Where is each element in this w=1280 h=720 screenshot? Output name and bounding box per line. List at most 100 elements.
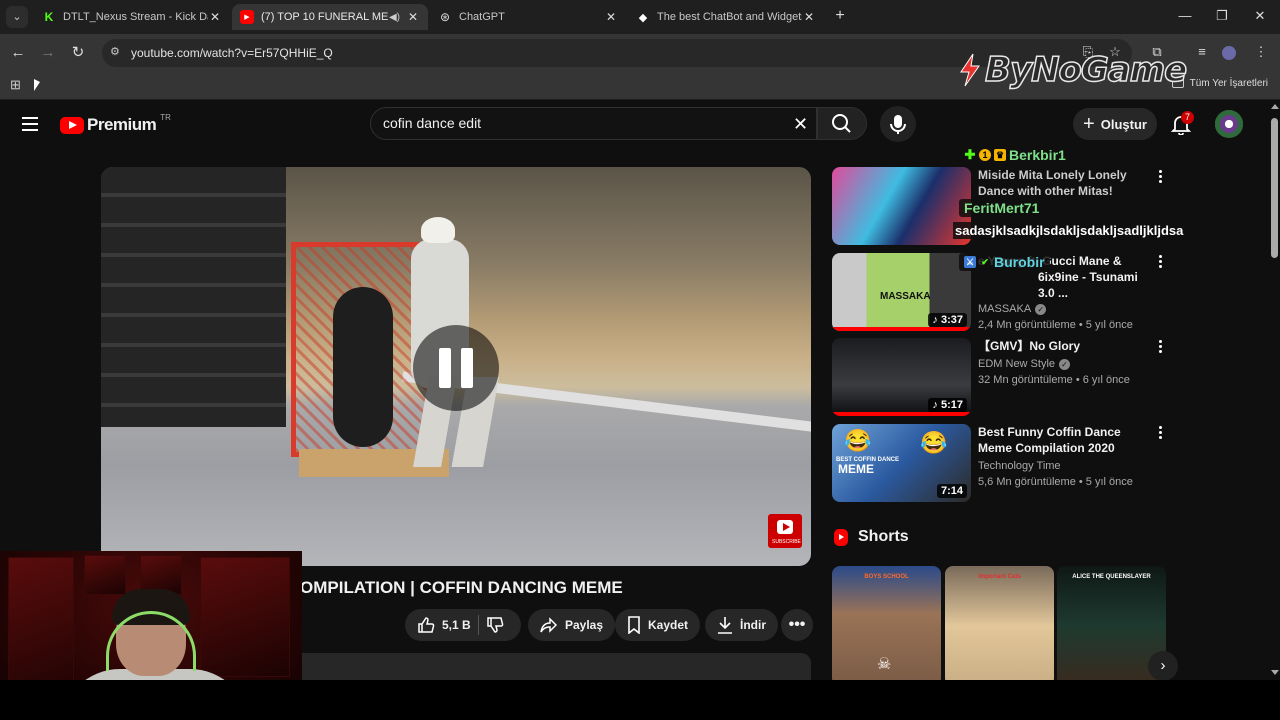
new-tab-button[interactable]: + (830, 6, 850, 26)
video-thumbnail[interactable]: ♪ 5:17 (832, 338, 971, 416)
tab-title: ChatGPT (459, 11, 505, 23)
download-button[interactable]: İndir (705, 609, 778, 641)
short-item[interactable]: Important Cats (945, 566, 1054, 686)
close-tab-icon[interactable]: ✕ (406, 10, 420, 24)
more-actions-button[interactable]: ••• (781, 609, 813, 641)
media-control-icon[interactable]: ≡ (1193, 44, 1211, 62)
duration-text: 5:17 (940, 399, 963, 411)
shorts-icon (834, 528, 848, 546)
back-icon[interactable]: ← (8, 43, 28, 63)
chat-username-line: FeritMert71 (959, 199, 1045, 217)
recommendation-title[interactable]: Best Funny Coffin Dance Meme Compilation… (978, 424, 1148, 456)
thumbnail-text: MASSAKA (880, 291, 931, 302)
channel-name[interactable]: EDM New Style (978, 358, 1055, 370)
channel-name[interactable]: Technology Time (978, 460, 1061, 472)
voice-search-button[interactable] (880, 106, 916, 142)
more-vertical-icon[interactable] (1157, 170, 1163, 186)
create-button[interactable]: + Oluştur (1073, 108, 1157, 140)
search-button[interactable] (817, 107, 867, 140)
laughing-emoji-icon: 😂 (920, 430, 948, 455)
youtube-icon: ▶ (240, 10, 254, 24)
hamburger-menu-icon[interactable] (22, 117, 38, 131)
short-caption: Important Cats (978, 574, 1021, 580)
more-vertical-icon[interactable] (1157, 426, 1163, 442)
dislike-icon[interactable] (486, 616, 504, 634)
apps-grid-icon[interactable]: ⊞ (10, 77, 24, 92)
tab-title: (7) TOP 10 FUNERAL MEME (261, 11, 389, 23)
menu-dots-icon[interactable]: ⋮ (1252, 44, 1270, 62)
duration-badge (959, 239, 967, 241)
recommendation-item[interactable]: ♪ 5:17 【GMV】No Glory EDM New Style ✓ 32 … (832, 338, 1148, 416)
video-meta: 5,6 Mn görüntüleme • 5 yıl önce (978, 476, 1133, 488)
close-tab-icon[interactable]: ✕ (208, 10, 222, 24)
tab-search-button[interactable]: ⌄ (6, 6, 28, 28)
like-divider (477, 615, 479, 635)
scroll-up-arrow-icon[interactable] (1271, 104, 1279, 109)
bynogame-logo-icon (960, 53, 980, 87)
tab-kick-dashboard[interactable]: K DTLT_Nexus Stream - Kick Dash ✕ (34, 4, 230, 30)
duration-text: 3:37 (940, 314, 963, 326)
bottom-letterbox (0, 680, 1280, 720)
bookmark-icon (628, 616, 640, 634)
more-vertical-icon[interactable] (1157, 255, 1163, 271)
short-caption: ALICE THE QUEENSLAYER (1072, 574, 1151, 580)
verified-icon: ✓ (1035, 303, 1047, 315)
shorts-next-arrow-icon[interactable]: › (1148, 651, 1178, 681)
microphone-icon (890, 115, 906, 134)
youtube-logo[interactable]: Premium TR (60, 113, 171, 135)
channel-name[interactable]: MASSAKA (978, 303, 1031, 315)
reload-icon[interactable]: ↻ (68, 43, 88, 63)
share-button[interactable]: Paylaş (528, 609, 616, 641)
site-info-icon[interactable]: ⚙ (110, 45, 124, 59)
recommendation-title[interactable]: 【GMV】No Glory (978, 338, 1148, 354)
notification-count-badge: 7 (1181, 111, 1195, 124)
like-icon[interactable] (417, 616, 435, 634)
save-label: Kaydet (648, 618, 689, 632)
subscribe-caption: SUBSCRIBE (772, 539, 801, 545)
kick-icon: K (42, 10, 56, 24)
profile-icon[interactable] (1222, 46, 1236, 60)
maximize-icon[interactable]: ❐ (1207, 8, 1237, 24)
tab-youtube[interactable]: ▶ (7) TOP 10 FUNERAL MEME ◀) ✕ (232, 4, 428, 30)
url-text[interactable]: youtube.com/watch?v=Er57QHHiE_Q (131, 46, 333, 60)
scrollbar-thumb[interactable] (1271, 118, 1278, 258)
bynogame-watermark: ByNoGame (955, 49, 1188, 91)
plus-icon: + (1083, 112, 1095, 135)
chat-username-line: ⚔ ✔ Burobir (959, 253, 1050, 271)
wall-poster (84, 555, 126, 595)
close-tab-icon[interactable]: ✕ (604, 10, 618, 24)
watched-progress-bar (832, 327, 971, 331)
shorts-label: Shorts (858, 528, 909, 545)
forward-icon[interactable]: → (38, 43, 58, 63)
save-button[interactable]: Kaydet (615, 609, 701, 641)
tab-chatbot-widgets[interactable]: ◆ The best ChatBot and Widgets ✕ (628, 4, 824, 30)
verified-icon: ✓ (1059, 358, 1071, 370)
browser-tab-bar: ⌄ K DTLT_Nexus Stream - Kick Dash ✕ ▶ (7… (0, 0, 1280, 34)
share-label: Paylaş (565, 618, 604, 632)
verified-check-icon: ✔ (981, 257, 989, 267)
chat-username-line: ✚ 1 ♛ Berkbir1 (959, 146, 1071, 164)
close-tab-icon[interactable]: ✕ (802, 10, 816, 24)
like-count[interactable]: 5,1 B (442, 618, 471, 632)
pause-icon[interactable] (413, 325, 499, 411)
short-item[interactable]: BOYS SCHOOL ☠ (832, 566, 941, 686)
clear-search-icon[interactable]: ✕ (793, 114, 808, 135)
video-thumbnail[interactable] (832, 167, 971, 245)
chat-username: FeritMert71 (964, 200, 1040, 216)
like-dislike-group: 5,1 B (405, 609, 521, 641)
minimize-icon[interactable]: — (1170, 8, 1200, 23)
account-avatar[interactable] (1215, 110, 1243, 138)
duration-badge: 7:14 (936, 484, 967, 498)
close-window-icon[interactable]: ✕ (1245, 8, 1275, 24)
scroll-down-arrow-icon[interactable] (1271, 670, 1279, 675)
more-vertical-icon[interactable] (1157, 340, 1163, 356)
video-thumbnail[interactable]: MASSAKA ♪ 3:37 (832, 253, 971, 331)
tab-chatgpt[interactable]: ⊛ ChatGPT ✕ (430, 4, 626, 30)
search-input[interactable]: cofin dance edit (383, 115, 481, 131)
video-thumbnail[interactable]: 😂 😂 BEST COFFIN DANCE MEME 7:14 (832, 424, 971, 502)
speaker-icon[interactable]: ◀) (389, 12, 400, 23)
recommendation-title[interactable]: Miside Mita Lonely Lonely Dance with oth… (978, 167, 1148, 199)
mouse-cursor-icon (34, 79, 40, 91)
plus-badge-icon: ✚ (964, 147, 976, 162)
recommendation-item[interactable]: 😂 😂 BEST COFFIN DANCE MEME 7:14 Best Fun… (832, 424, 1148, 502)
